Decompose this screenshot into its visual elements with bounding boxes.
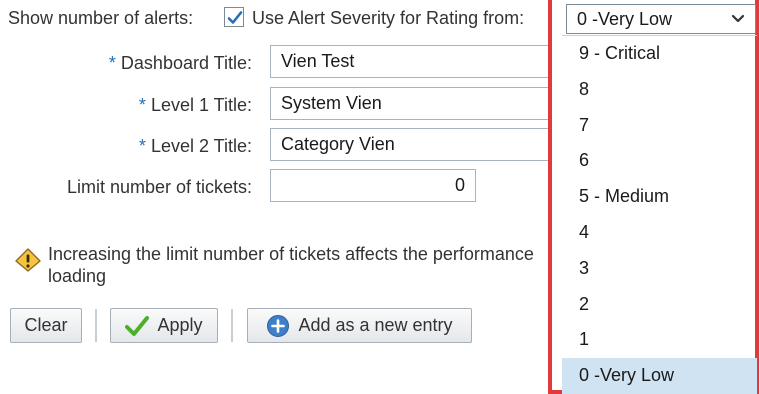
chevron-down-icon — [731, 14, 745, 23]
apply-button[interactable]: Apply — [110, 308, 218, 343]
dashboard-title-label-text: Dashboard Title: — [120, 53, 252, 73]
required-marker: * — [138, 136, 146, 156]
plus-circle-icon — [267, 314, 290, 337]
dashboard-title-label: * Dashboard Title: — [2, 52, 252, 74]
severity-select-value: 0 -Very Low — [577, 9, 673, 29]
checkmark-icon — [227, 11, 243, 24]
severity-option[interactable]: 6 — [562, 143, 757, 179]
show-alerts-label: Show number of alerts: — [8, 8, 194, 28]
required-marker: * — [138, 95, 146, 115]
severity-option[interactable]: 7 — [562, 108, 757, 144]
level1-title-label: * Level 1 Title: — [2, 94, 252, 116]
severity-option[interactable]: 1 — [562, 322, 757, 358]
limit-tickets-input[interactable] — [270, 169, 476, 202]
severity-select[interactable]: 0 -Very Low — [566, 4, 756, 34]
level1-title-input[interactable] — [270, 87, 570, 120]
add-new-entry-button-label: Add as a new entry — [298, 315, 453, 335]
add-new-entry-button[interactable]: Add as a new entry — [247, 308, 472, 343]
severity-options-list: 9 - Critical 8 7 6 5 - Medium 4 3 2 1 0 -Very Low — [562, 35, 757, 394]
warning-icon — [15, 248, 41, 272]
clear-button-label: Clear — [24, 315, 68, 335]
severity-option[interactable]: 3 — [562, 251, 757, 287]
clear-button[interactable]: Clear — [10, 308, 82, 343]
button-separator — [231, 309, 233, 342]
severity-option[interactable]: 2 — [562, 287, 757, 323]
check-icon — [125, 315, 150, 336]
severity-option[interactable]: 5 - Medium — [562, 179, 757, 215]
level2-title-label: * Level 2 Title: — [2, 135, 252, 157]
level2-title-input[interactable] — [270, 128, 570, 161]
level2-title-label-text: Level 2 Title: — [150, 136, 252, 156]
level1-title-label-text: Level 1 Title: — [150, 95, 252, 115]
dashboard-title-input[interactable] — [270, 45, 570, 78]
severity-option[interactable]: 0 -Very Low — [562, 358, 757, 394]
severity-option[interactable]: 8 — [562, 72, 757, 108]
severity-option[interactable]: 9 - Critical — [562, 36, 757, 72]
dashboard-settings-panel: Show number of alerts: Use Alert Severit… — [0, 0, 759, 394]
warning-message: Increasing the limit number of tickets a… — [48, 244, 534, 286]
button-separator — [95, 309, 97, 342]
use-severity-checkbox[interactable] — [224, 7, 244, 27]
apply-button-label: Apply — [157, 315, 203, 335]
severity-option[interactable]: 4 — [562, 215, 757, 251]
use-severity-label: Use Alert Severity for Rating from: — [252, 8, 525, 28]
required-marker: * — [108, 53, 116, 73]
limit-tickets-label: Limit number of tickets: — [66, 177, 252, 197]
